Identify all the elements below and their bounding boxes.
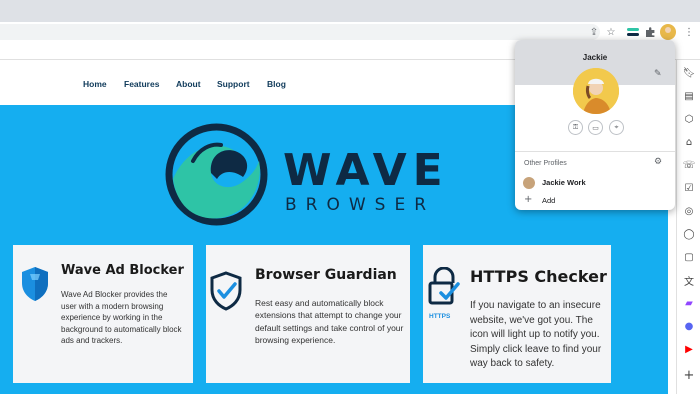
brand-subtitle: BROWSER: [285, 195, 436, 215]
divider: [515, 151, 675, 152]
share-icon[interactable]: ⇪: [587, 25, 601, 39]
profile-menu: Jackie ✎ ⚿ ▭ ⌖ Other Profiles ⚙ Jackie W…: [515, 40, 675, 210]
puzzle-icon[interactable]: [643, 25, 657, 39]
add-profile-button[interactable]: + Add: [515, 192, 675, 210]
profile-avatar[interactable]: [660, 24, 676, 40]
card-icon[interactable]: ▭: [588, 120, 603, 135]
avatar: [523, 177, 535, 189]
tag-icon[interactable]: ⌂: [682, 135, 696, 149]
wave-logo-icon: [165, 123, 268, 226]
nav-blog[interactable]: Blog: [267, 79, 286, 89]
extension-toggle-icon[interactable]: [626, 25, 640, 39]
card-title: Browser Guardian: [255, 267, 397, 283]
gear-icon[interactable]: ⚙: [654, 157, 662, 167]
card-body: Rest easy and automatically block extens…: [255, 298, 404, 345]
nav-about[interactable]: About: [176, 79, 201, 89]
padlock-check-icon: [428, 267, 460, 305]
browser-window: ⇪ ☆ ⋮ Home Features About Support Blog W…: [0, 0, 700, 394]
card-title: Wave Ad Blocker: [61, 263, 184, 278]
shield-check-icon: [210, 271, 242, 311]
plus-icon: +: [524, 194, 533, 205]
address-bar[interactable]: [0, 24, 600, 40]
translate-icon[interactable]: 文: [682, 273, 696, 288]
brand-wordmark: WAVE: [283, 145, 449, 196]
messenger-icon[interactable]: ◎: [682, 204, 696, 218]
card-body: If you navigate to an insecure website, …: [470, 300, 602, 369]
shield-icon: [22, 267, 48, 301]
phone-icon[interactable]: ☏: [682, 158, 696, 172]
key-icon[interactable]: ⚿: [568, 120, 583, 135]
more-icon[interactable]: ⋮: [682, 25, 696, 39]
add-profile-label: Add: [542, 196, 556, 205]
feature-card-https-checker: HTTPS HTTPS Checker If you navigate to a…: [423, 245, 611, 383]
youtube-icon[interactable]: ▶: [682, 342, 696, 356]
instagram-icon[interactable]: ▢: [682, 250, 696, 264]
whatsapp-icon[interactable]: ◯: [682, 227, 696, 241]
tab-strip: [0, 0, 700, 22]
discord-icon[interactable]: ●: [682, 319, 696, 333]
profile-photo: [573, 68, 619, 114]
profile-name: Jackie: [582, 53, 608, 62]
card-body: Wave Ad Blocker provides the user with a…: [61, 290, 182, 346]
nav-support[interactable]: Support: [217, 79, 250, 89]
other-profiles-label: Other Profiles: [524, 160, 567, 167]
edit-icon[interactable]: ✎: [654, 69, 662, 79]
add-icon[interactable]: +: [682, 368, 696, 383]
cube-icon[interactable]: ⬡: [682, 112, 696, 126]
star-icon[interactable]: ☆: [604, 25, 618, 39]
profile-item-jackie-work[interactable]: Jackie Work: [515, 174, 675, 192]
checklist-icon[interactable]: ☑: [682, 181, 696, 195]
https-icon-label: HTTPS: [429, 313, 451, 320]
location-icon[interactable]: ⌖: [609, 120, 624, 135]
reading-list-icon[interactable]: ▤: [682, 89, 696, 103]
card-title: HTTPS Checker: [470, 267, 607, 286]
feature-card-browser-guardian: Browser Guardian Rest easy and automatic…: [206, 245, 410, 383]
nav-home[interactable]: Home: [83, 79, 107, 89]
side-panel: 🔖︎ ▤ ⬡ ⌂ ☏ ☑ ◎ ◯ ▢ 文 ▰ ● ▶ +: [676, 60, 700, 394]
bookmark-icon[interactable]: 🔖︎: [682, 66, 696, 80]
twitch-icon[interactable]: ▰: [682, 296, 696, 310]
feature-card-ad-blocker: Wave Ad Blocker Wave Ad Blocker provides…: [13, 245, 193, 383]
nav-features[interactable]: Features: [124, 79, 159, 89]
profile-item-label: Jackie Work: [542, 178, 586, 187]
